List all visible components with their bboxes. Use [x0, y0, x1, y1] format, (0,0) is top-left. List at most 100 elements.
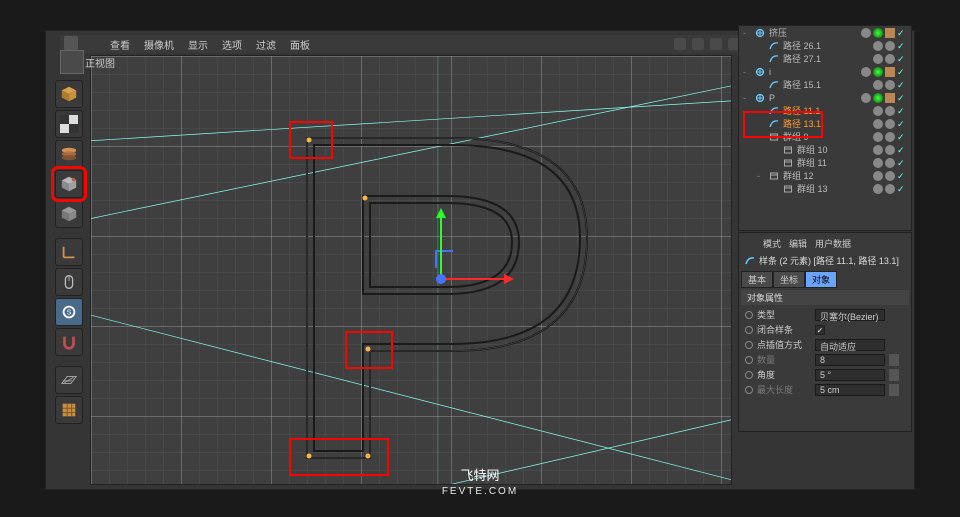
object-tags[interactable]: ✓ — [873, 182, 907, 195]
tool-object-mode[interactable] — [55, 200, 83, 228]
object-tags[interactable]: ✓ — [873, 156, 907, 169]
tool-model-mode[interactable] — [55, 170, 83, 198]
angle-field[interactable]: 5 ° — [815, 369, 885, 381]
object-tags[interactable]: ✓ — [873, 104, 907, 117]
axis-x-arrow[interactable] — [441, 278, 506, 280]
radio-icon — [745, 386, 753, 394]
tree-toggle-icon[interactable]: - — [743, 67, 751, 77]
object-row[interactable]: 路径 26.1 ✓ — [739, 39, 911, 52]
object-row[interactable]: 群组 10 ✓ — [739, 143, 911, 156]
radio-icon[interactable] — [745, 326, 753, 334]
panel-handle-icon[interactable] — [64, 36, 78, 50]
tool-snap-icon[interactable]: S — [55, 298, 83, 326]
object-tags[interactable]: ✓ — [873, 52, 907, 65]
object-manager[interactable]: -挤压✓路径 26.1✓路径 27.1✓-i✓路径 15.1✓-P✓路径 11.… — [738, 25, 912, 231]
attribute-manager[interactable]: 模式 编辑 用户数据 样条 (2 元素) [路径 11.1, 路径 13.1] … — [738, 232, 912, 432]
attr-tab-edit[interactable]: 编辑 — [789, 237, 807, 250]
object-name[interactable]: 路径 27.1 — [783, 52, 821, 65]
group-icon — [783, 145, 793, 155]
attr-tab-userdata[interactable]: 用户数据 — [815, 237, 851, 250]
tree-toggle-icon[interactable]: - — [757, 171, 765, 181]
spline-p-shape — [287, 118, 609, 478]
object-name[interactable]: 群组 11 — [797, 156, 827, 169]
object-row[interactable]: - 挤压 ✓ — [739, 26, 911, 39]
object-tags[interactable]: ✓ — [861, 91, 907, 104]
menu-camera[interactable]: 摄像机 — [144, 37, 174, 52]
tool-layers-icon[interactable] — [55, 140, 83, 168]
left-toolbar: S — [55, 80, 85, 424]
object-tags[interactable]: ✓ — [873, 130, 907, 143]
attr-row-interp: 点插值方式 自动适应 — [741, 337, 909, 352]
object-tags[interactable]: ✓ — [873, 143, 907, 156]
tool-axis-icon[interactable] — [55, 238, 83, 266]
closed-checkbox[interactable]: ✓ — [815, 325, 825, 335]
axis-y-arrow[interactable] — [440, 216, 442, 281]
nav-zoom-icon[interactable] — [692, 38, 704, 50]
object-tags[interactable]: ✓ — [861, 65, 907, 78]
subtab-object[interactable]: 对象 — [805, 271, 837, 288]
menu-view[interactable]: 查看 — [110, 37, 130, 52]
subtab-coord[interactable]: 坐标 — [773, 271, 805, 288]
tree-toggle-icon[interactable]: - — [743, 28, 751, 38]
object-tags[interactable]: ✓ — [873, 169, 907, 182]
group-icon — [769, 171, 779, 181]
tool-mouse-icon[interactable] — [55, 268, 83, 296]
radio-icon[interactable] — [745, 341, 753, 349]
object-tags[interactable]: ✓ — [873, 39, 907, 52]
object-tags[interactable]: ✓ — [873, 117, 907, 130]
object-row[interactable]: - 群组 12 ✓ — [739, 169, 911, 182]
tool-magnet-icon[interactable] — [55, 328, 83, 356]
tool-checker-icon[interactable] — [55, 110, 83, 138]
radio-icon — [745, 356, 753, 364]
spinner-icon[interactable] — [889, 369, 899, 381]
subtab-basic[interactable]: 基本 — [741, 271, 773, 288]
object-row[interactable]: 路径 15.1 ✓ — [739, 78, 911, 91]
object-name[interactable]: 路径 15.1 — [783, 78, 821, 91]
object-row[interactable]: 群组 13 ✓ — [739, 182, 911, 195]
panel-handle-icon[interactable] — [745, 237, 755, 247]
object-name[interactable]: 挤压 — [769, 26, 787, 39]
group-icon — [783, 184, 793, 194]
attr-tab-mode[interactable]: 模式 — [763, 237, 781, 250]
nav-move-icon[interactable] — [674, 38, 686, 50]
radio-icon[interactable] — [745, 311, 753, 319]
svg-text:S: S — [67, 308, 72, 317]
menu-display[interactable]: 显示 — [188, 37, 208, 52]
object-name[interactable]: 群组 10 — [797, 143, 828, 156]
attr-subtabs: 基本 坐标 对象 — [741, 271, 909, 288]
axis-plane-icon[interactable] — [435, 250, 453, 268]
object-name[interactable]: 群组 13 — [797, 182, 828, 195]
spline-icon — [769, 80, 779, 90]
tool-grid-icon[interactable] — [55, 396, 83, 424]
menu-panel[interactable]: 面板 — [290, 37, 310, 52]
tool-cube-icon[interactable] — [55, 80, 83, 108]
viewport-front[interactable] — [90, 55, 732, 485]
attr-row-angle: 角度 5 ° — [741, 367, 909, 382]
object-name[interactable]: P — [769, 93, 775, 103]
type-dropdown[interactable]: 贝塞尔(Bezier) — [815, 309, 885, 321]
highlight-box-1 — [289, 121, 333, 159]
nav-rotate-icon[interactable] — [710, 38, 722, 50]
object-row[interactable]: - P ✓ — [739, 91, 911, 104]
spinner-icon — [889, 354, 899, 366]
object-row[interactable]: - i ✓ — [739, 65, 911, 78]
null-icon — [755, 28, 765, 38]
attr-section-header: 对象属性 — [741, 290, 909, 305]
tool-workplane-icon[interactable] — [55, 366, 83, 394]
attr-row-closed: 闭合样条 ✓ — [741, 322, 909, 337]
menu-filter[interactable]: 过滤 — [256, 37, 276, 52]
radio-icon[interactable] — [745, 371, 753, 379]
tree-toggle-icon[interactable]: - — [743, 93, 751, 103]
attr-row-count: 数量 8 — [741, 352, 909, 367]
object-tags[interactable]: ✓ — [873, 78, 907, 91]
object-row[interactable]: 路径 27.1 ✓ — [739, 52, 911, 65]
object-name[interactable]: 路径 26.1 — [783, 39, 821, 52]
menu-options[interactable]: 选项 — [222, 37, 242, 52]
object-tags[interactable]: ✓ — [861, 26, 907, 39]
spline-icon — [769, 54, 779, 64]
interp-dropdown[interactable]: 自动适应 — [815, 339, 885, 351]
object-row[interactable]: 群组 11 ✓ — [739, 156, 911, 169]
object-name[interactable]: 群组 12 — [783, 169, 814, 182]
axis-origin-icon[interactable] — [436, 274, 446, 284]
object-name[interactable]: i — [769, 67, 771, 77]
